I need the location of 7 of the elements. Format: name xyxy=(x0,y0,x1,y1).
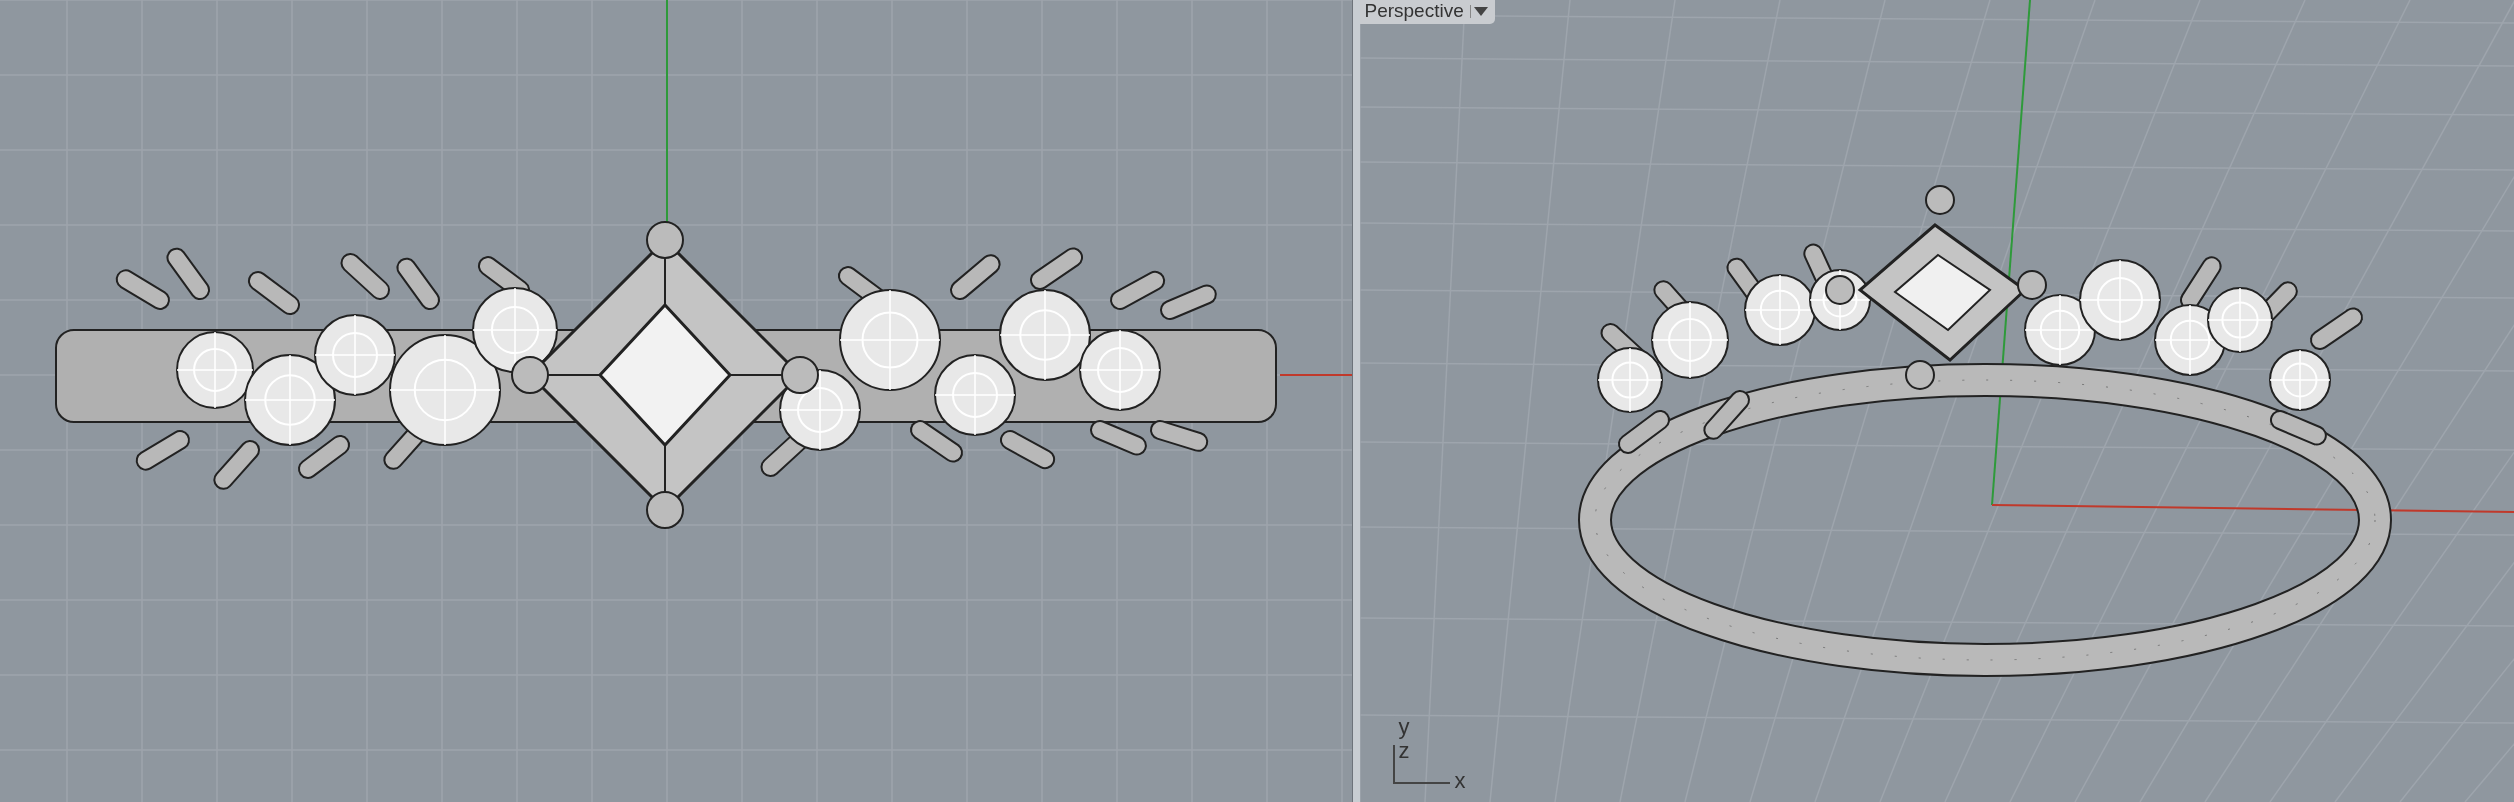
axis-label: z xyxy=(1398,740,1410,762)
viewport-title: Perspective xyxy=(1364,0,1464,22)
viewport-tab[interactable]: Perspective xyxy=(1360,0,1495,24)
axis-label: x xyxy=(1454,770,1466,792)
caret-icon[interactable] xyxy=(1473,6,1488,16)
axis-icon xyxy=(1393,744,1452,784)
axis-label: y xyxy=(1398,716,1410,738)
